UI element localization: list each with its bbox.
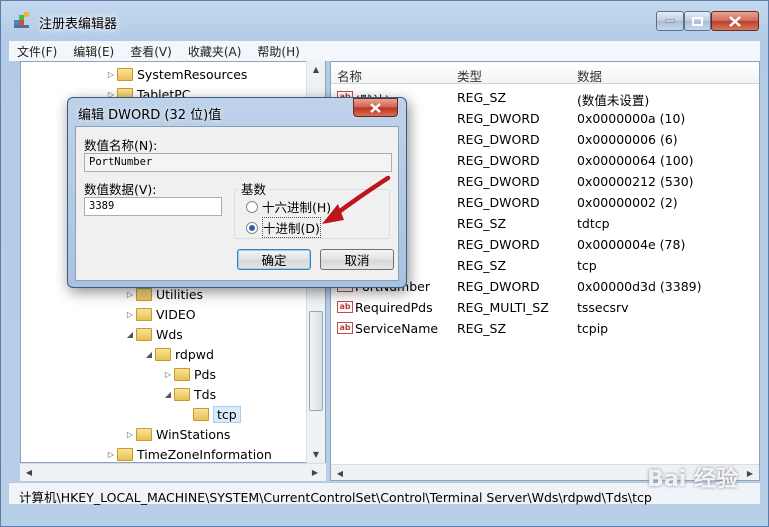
annotation-arrow (322, 175, 391, 224)
arrow-head-icon (322, 204, 344, 224)
arrow-shaft (333, 175, 391, 217)
